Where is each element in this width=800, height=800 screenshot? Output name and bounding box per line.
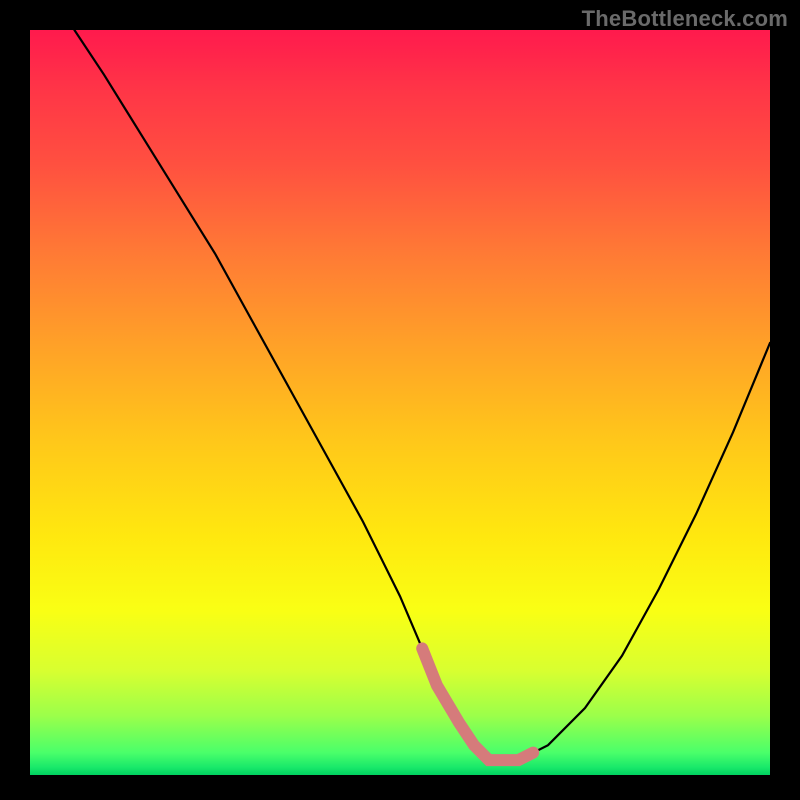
sweet-spot-band <box>422 648 533 760</box>
watermark-text: TheBottleneck.com <box>582 6 788 32</box>
chart-svg <box>30 30 770 775</box>
chart-frame: TheBottleneck.com <box>0 0 800 800</box>
plot-area <box>30 30 770 775</box>
